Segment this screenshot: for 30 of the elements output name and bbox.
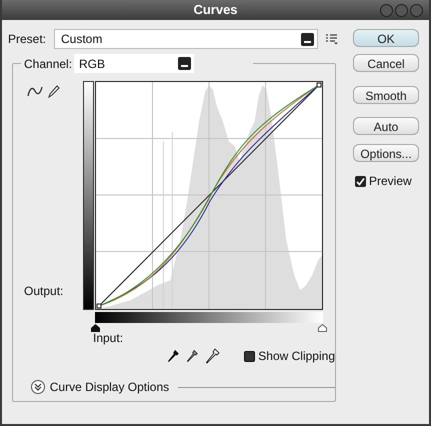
pencil-icon[interactable] — [48, 85, 60, 98]
curve-tool-icon[interactable] — [27, 86, 43, 97]
show-clipping-checkbox[interactable] — [244, 350, 256, 362]
eyedropper-icon[interactable] — [187, 348, 198, 364]
preset-dropdown[interactable]: Custom — [54, 29, 318, 49]
highlight-slider-handle[interactable] — [318, 324, 327, 332]
checkbox-label: Show Clipping — [258, 348, 335, 365]
checkbox-label: Preview — [369, 173, 412, 190]
display-options-label: Curve Display Options — [50, 379, 170, 396]
window-control-icon[interactable] — [394, 4, 408, 16]
shadow-slider-handle[interactable] — [91, 324, 100, 332]
dialog-button[interactable]: Cancel — [353, 54, 419, 72]
preset-label: Preset: — [8, 31, 48, 48]
output-label: Output: — [24, 283, 64, 300]
dialog-button[interactable]: Smooth — [353, 86, 419, 104]
default-button[interactable]: OK — [353, 29, 419, 47]
preview-checkbox[interactable] — [355, 176, 366, 186]
window-title: Curves — [193, 1, 238, 20]
eyedropper-icon[interactable] — [206, 348, 220, 364]
menu-icon[interactable] — [326, 34, 338, 44]
dialog-button[interactable]: Options... — [353, 144, 419, 162]
eyedropper-icon[interactable] — [168, 348, 180, 364]
expand-toggle-icon[interactable] — [31, 380, 45, 394]
channel-dropdown[interactable]: RGB — [74, 54, 194, 73]
dialog-button[interactable]: Auto — [353, 117, 419, 135]
input-label: Input: — [93, 331, 124, 345]
curves-graph[interactable] — [95, 81, 323, 310]
window-control-icon[interactable] — [410, 4, 423, 16]
window-control-icon[interactable] — [380, 4, 393, 16]
channel-label: Channel: — [24, 56, 74, 72]
